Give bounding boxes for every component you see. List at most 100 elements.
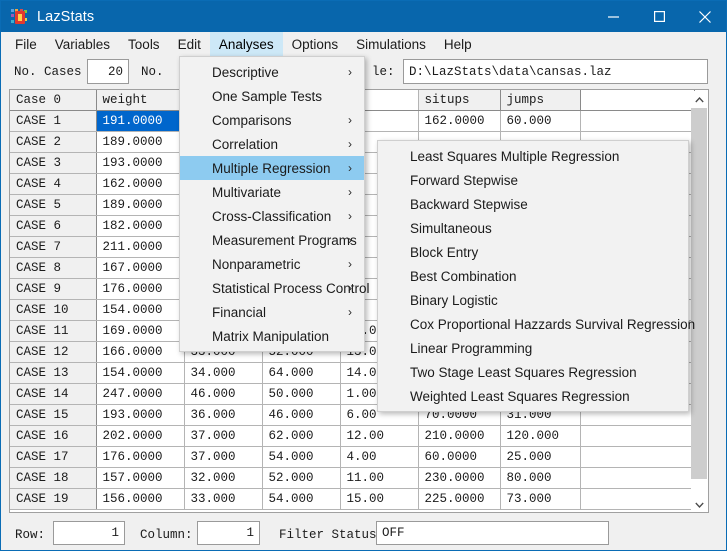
grid-cell[interactable]: 211.0000	[96, 236, 185, 258]
menu-help[interactable]: Help	[435, 32, 481, 57]
grid-row-header[interactable]: CASE 5	[10, 194, 97, 216]
menu-options[interactable]: Options	[283, 32, 348, 57]
row-input[interactable]: 1	[53, 521, 125, 545]
grid-cell[interactable]: 4.00	[340, 446, 419, 468]
no-cases-input[interactable]: 20	[87, 59, 129, 84]
analyses-item-measurement-programs[interactable]: Measurement Programs ›	[180, 228, 364, 252]
grid-row-header[interactable]: CASE 19	[10, 488, 97, 510]
analyses-item-cross-classification[interactable]: Cross-Classification ›	[180, 204, 364, 228]
scroll-down-arrow[interactable]	[691, 496, 707, 512]
grid-row-header[interactable]: CASE 14	[10, 383, 97, 405]
analyses-item-multiple-regression[interactable]: Multiple Regression ›	[180, 156, 364, 180]
vertical-scrollbar[interactable]	[691, 91, 707, 512]
analyses-item-matrix-manipulation[interactable]: Matrix Manipulation	[180, 324, 364, 348]
grid-cell[interactable]: 247.0000	[96, 383, 185, 405]
multreg-item-weighted-least-squares-regression[interactable]: Weighted Least Squares Regression	[378, 384, 688, 408]
grid-cell[interactable]: 202.0000	[96, 425, 185, 447]
grid-cell[interactable]: 50.000	[262, 383, 341, 405]
grid-column-header[interactable]: weight	[96, 90, 185, 111]
grid-cell[interactable]: 54.000	[262, 446, 341, 468]
grid-row-header[interactable]: CASE 15	[10, 404, 97, 426]
grid-row-header[interactable]: CASE 17	[10, 446, 97, 468]
table-row[interactable]: CASE 17 176.0000 37.000 54.000 4.00 60.0000 25…	[10, 446, 694, 468]
grid-cell[interactable]: 64.000	[262, 362, 341, 384]
analyses-item-correlation[interactable]: Correlation ›	[180, 132, 364, 156]
grid-row-header[interactable]: CASE 1	[10, 110, 97, 132]
grid-cell[interactable]: 166.0000	[96, 341, 185, 363]
grid-row-header[interactable]: CASE 13	[10, 362, 97, 384]
grid-row-header[interactable]: CASE 4	[10, 173, 97, 195]
analyses-item-one-sample-tests[interactable]: One Sample Tests	[180, 84, 364, 108]
grid-cell[interactable]: 37.000	[184, 446, 263, 468]
menu-analyses[interactable]: Analyses	[209, 32, 283, 57]
grid-row-header[interactable]: CASE 8	[10, 257, 97, 279]
grid-cell[interactable]: 33.000	[184, 488, 263, 510]
grid-cell[interactable]: 80.000	[500, 467, 581, 489]
grid-cell[interactable]: 12.00	[340, 425, 419, 447]
grid-cell[interactable]: 162.0000	[96, 173, 185, 195]
multreg-item-best-combination[interactable]: Best Combination	[378, 264, 688, 288]
grid-cell[interactable]: 60.0000	[418, 446, 501, 468]
grid-row-header[interactable]: CASE 3	[10, 152, 97, 174]
grid-row-header[interactable]: CASE 16	[10, 425, 97, 447]
grid-cell[interactable]: 52.000	[262, 467, 341, 489]
grid-column-header[interactable]: situps	[418, 90, 501, 111]
grid-cell[interactable]: 167.0000	[96, 257, 185, 279]
grid-cell-selected[interactable]: 191.0000	[96, 110, 185, 132]
grid-row-header[interactable]: CASE 7	[10, 236, 97, 258]
multreg-item-linear-programming[interactable]: Linear Programming	[378, 336, 688, 360]
menu-simulations[interactable]: Simulations	[347, 32, 435, 57]
filter-status-value[interactable]: OFF	[376, 521, 609, 545]
grid-cell[interactable]: 154.0000	[96, 362, 185, 384]
grid-cell[interactable]: 176.0000	[96, 446, 185, 468]
grid-cell[interactable]: 189.0000	[96, 194, 185, 216]
menu-edit[interactable]: Edit	[169, 32, 210, 57]
analyses-item-statistical-process-control[interactable]: Statistical Process Control ›	[180, 276, 370, 300]
grid-cell[interactable]: 73.000	[500, 488, 581, 510]
grid-cell[interactable]: 32.000	[184, 467, 263, 489]
grid-cell[interactable]: 15.00	[340, 488, 419, 510]
analyses-item-nonparametric[interactable]: Nonparametric ›	[180, 252, 364, 276]
grid-row-header[interactable]: CASE 2	[10, 131, 97, 153]
grid-cell[interactable]: 162.0000	[418, 110, 501, 132]
grid-cell[interactable]: 169.0000	[96, 320, 185, 342]
grid-cell[interactable]: 182.0000	[96, 215, 185, 237]
close-button[interactable]	[682, 1, 726, 32]
column-input[interactable]: 1	[197, 521, 260, 545]
grid-cell[interactable]: 225.0000	[418, 488, 501, 510]
grid-row-header[interactable]: CASE 12	[10, 341, 97, 363]
analyses-item-comparisons[interactable]: Comparisons ›	[180, 108, 364, 132]
grid-corner-header[interactable]: Case 0	[10, 90, 97, 111]
multreg-item-binary-logistic[interactable]: Binary Logistic	[378, 288, 688, 312]
multreg-item-least-squares-multiple-regression[interactable]: Least Squares Multiple Regression	[378, 144, 688, 168]
table-row[interactable]: CASE 16 202.0000 37.000 62.000 12.00 210.0000…	[10, 425, 694, 447]
grid-cell[interactable]: 157.0000	[96, 467, 185, 489]
grid-cell[interactable]: 46.000	[262, 404, 341, 426]
grid-cell[interactable]: 154.0000	[96, 299, 185, 321]
grid-row-header[interactable]: CASE 9	[10, 278, 97, 300]
grid-cell[interactable]: 54.000	[262, 488, 341, 510]
grid-cell[interactable]: 230.0000	[418, 467, 501, 489]
grid-cell[interactable]: 11.00	[340, 467, 419, 489]
grid-row-header[interactable]: CASE 11	[10, 320, 97, 342]
analyses-item-descriptive[interactable]: Descriptive ›	[180, 60, 364, 84]
grid-cell[interactable]: 193.0000	[96, 404, 185, 426]
menu-tools[interactable]: Tools	[119, 32, 169, 57]
multreg-item-simultaneous[interactable]: Simultaneous	[378, 216, 688, 240]
grid-column-header[interactable]: jumps	[500, 90, 581, 111]
grid-cell[interactable]: 156.0000	[96, 488, 185, 510]
grid-cell[interactable]: 193.0000	[96, 152, 185, 174]
table-row[interactable]: CASE 19 156.0000 33.000 54.000 15.00 225.0000…	[10, 488, 694, 510]
multreg-item-forward-stepwise[interactable]: Forward Stepwise	[378, 168, 688, 192]
grid-cell[interactable]: 36.000	[184, 404, 263, 426]
grid-cell[interactable]: 60.000	[500, 110, 581, 132]
multreg-item-backward-stepwise[interactable]: Backward Stepwise	[378, 192, 688, 216]
multreg-item-block-entry[interactable]: Block Entry	[378, 240, 688, 264]
analyses-item-multivariate[interactable]: Multivariate ›	[180, 180, 364, 204]
grid-cell[interactable]: 62.000	[262, 425, 341, 447]
menu-variables[interactable]: Variables	[46, 32, 119, 57]
grid-cell[interactable]: 176.0000	[96, 278, 185, 300]
multreg-item-two-stage-least-squares-regression[interactable]: Two Stage Least Squares Regression	[378, 360, 688, 384]
grid-cell[interactable]: 25.000	[500, 446, 581, 468]
multreg-item-cox-proportional-hazzards-survival-regression[interactable]: Cox Proportional Hazzards Survival Regre…	[378, 312, 695, 336]
